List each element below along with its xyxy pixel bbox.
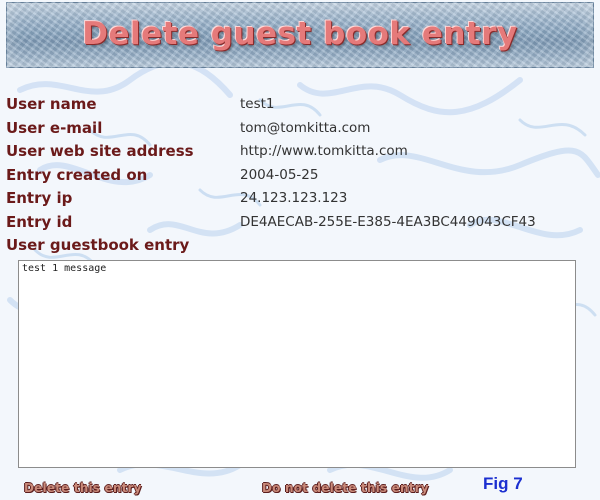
delete-entry-button[interactable]: Delete this entry [24, 481, 142, 495]
user-website-value: http://www.tomkitta.com [240, 143, 408, 159]
entry-created-label: Entry created on [6, 166, 148, 184]
guestbook-entry-textarea[interactable]: test 1 message [18, 260, 576, 468]
entry-ip-value: 24.123.123.123 [240, 190, 348, 206]
entry-id-value: DE4AECAB-255E-E385-4EA3BC449043CF43 [240, 214, 536, 230]
user-email-label: User e-mail [6, 119, 103, 137]
page-banner: Delete guest book entry [6, 2, 594, 68]
figure-label: Fig 7 [483, 474, 523, 493]
page-title: Delete guest book entry [82, 16, 518, 52]
user-name-label: User name [6, 95, 97, 113]
entry-id-label: Entry id [6, 213, 73, 231]
user-email-value: tom@tomkitta.com [240, 120, 371, 136]
entry-ip-label: Entry ip [6, 189, 73, 207]
guestbook-entry-text: test 1 message [22, 263, 107, 274]
guestbook-entry-label: User guestbook entry [6, 236, 190, 254]
user-name-value: test1 [240, 96, 275, 112]
user-website-label: User web site address [6, 142, 194, 160]
keep-entry-button[interactable]: Do not delete this entry [262, 481, 429, 495]
entry-created-value: 2004-05-25 [240, 167, 319, 183]
